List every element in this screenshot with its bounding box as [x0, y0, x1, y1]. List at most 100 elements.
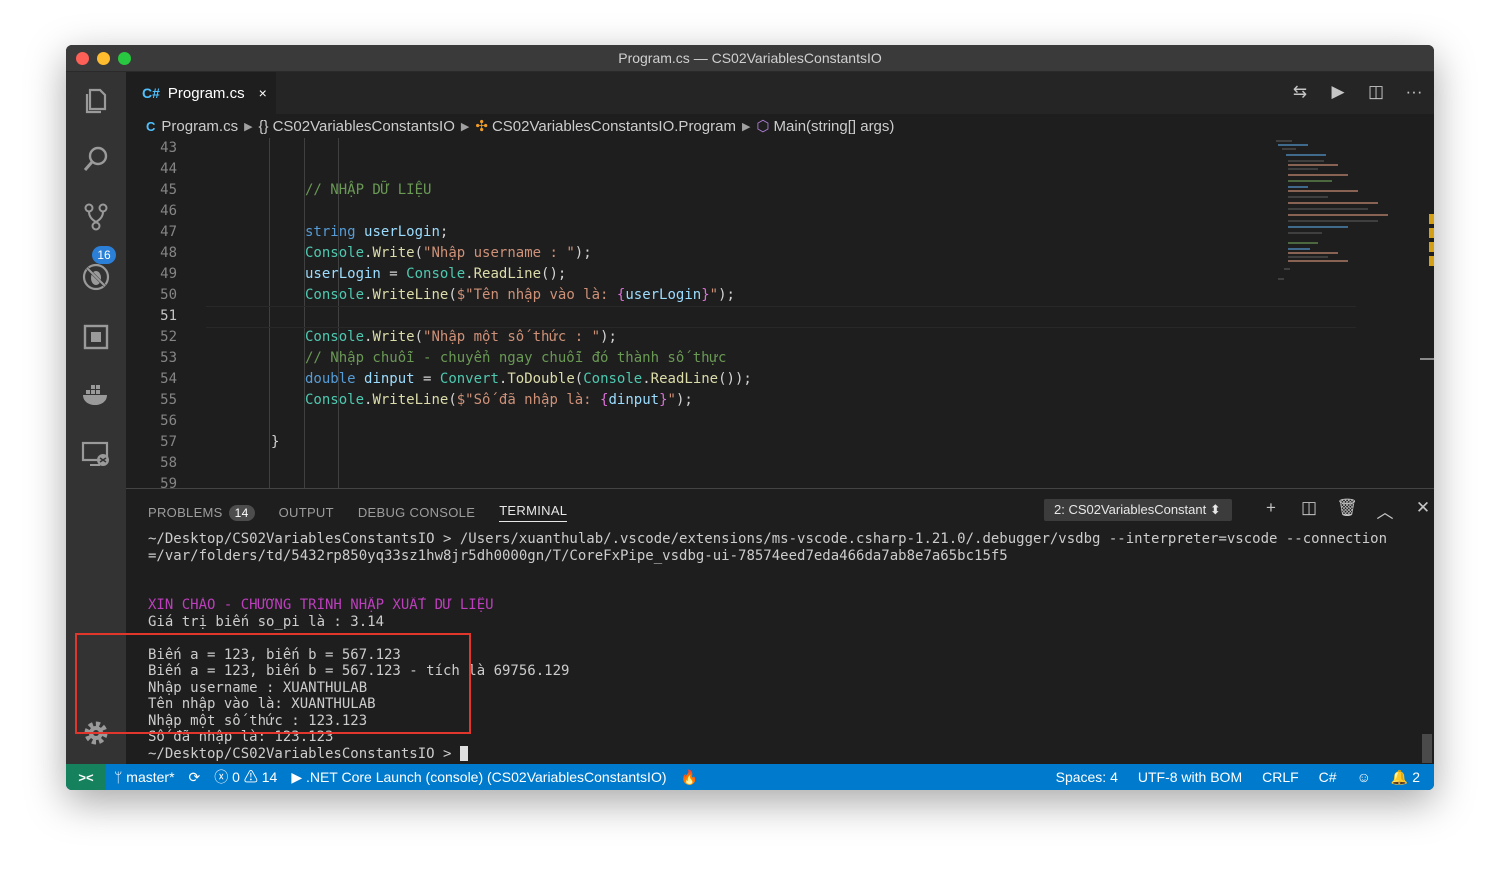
flame-icon[interactable]: 🔥 — [681, 769, 698, 786]
problems-count-badge: 14 — [228, 504, 255, 521]
remote-indicator[interactable]: >< — [66, 764, 106, 790]
tab-terminal[interactable]: TERMINAL — [499, 503, 568, 522]
branch-status[interactable]: ᛘ master* — [114, 769, 175, 785]
panel-actions: + ◫ 🗑 ︿ ✕ — [1252, 498, 1434, 523]
terminal-prompt: ~/Desktop/CS02VariablesConstantsIO > — [148, 745, 460, 762]
tab-label: Program.cs — [167, 84, 245, 102]
warning-count: 14 — [261, 769, 278, 785]
code-line: 44 — [160, 161, 177, 177]
feedback-icon[interactable]: ☺ — [1357, 769, 1371, 785]
code-line: 45// NHẬP DỮ LIỆU — [160, 182, 432, 198]
breadcrumb-file[interactable]: Program.cs — [161, 118, 238, 135]
docker-icon[interactable] — [66, 370, 126, 420]
launch-config-label: .NET Core Launch (console) (CS02Variable… — [305, 768, 667, 785]
code-line: 50 Console.WriteLine($"Tên nhập vào là: {… — [160, 287, 735, 303]
tab-program-cs[interactable]: C# Program.cs × — [126, 72, 276, 114]
method-icon: ⬡ — [756, 118, 770, 135]
split-terminal-icon[interactable]: ◫ — [1290, 498, 1328, 523]
code-line: 49 userLogin = Console.ReadLine(); — [160, 266, 567, 282]
search-icon[interactable] — [66, 134, 126, 184]
source-control-icon[interactable] — [66, 192, 126, 242]
breadcrumb: C Program.cs ▶ {} CS02VariablesConstants… — [146, 116, 894, 136]
launch-config-status[interactable]: ▶ .NET Core Launch (console) (CS02Variab… — [291, 769, 666, 786]
code-line: 52 Console.Write("Nhập một số thức : "); — [160, 329, 617, 345]
chevron-right-icon: ▶ — [244, 120, 253, 133]
terminal-select[interactable]: 2: CS02VariablesConstant ⬍ — [1044, 499, 1232, 521]
close-tab-icon[interactable]: × — [259, 85, 267, 101]
breadcrumb-namespace[interactable]: CS02VariablesConstantsIO — [273, 118, 455, 135]
error-count: 0 — [232, 769, 240, 785]
status-left: ᛘ master* ⟳ ⓧ 0 ⚠ 14 ▶ .NET Core Launch … — [114, 764, 712, 790]
code-line: 46 — [160, 203, 177, 219]
status-right: Spaces: 4 UTF-8 with BOM CRLF C# ☺ 🔔 2 — [1036, 764, 1420, 790]
editor-scrollbar[interactable] — [1420, 358, 1434, 360]
window-title: Program.cs — CS02VariablesConstantsIO — [618, 50, 882, 66]
play-icon: ▶ — [291, 768, 306, 785]
terminal-line: ~/Desktop/CS02VariablesConstantsIO > /Us… — [148, 531, 1388, 547]
chevron-right-icon: ▶ — [460, 120, 470, 133]
remote-explorer-icon[interactable] — [66, 429, 126, 479]
sync-icon[interactable]: ⟳ — [189, 769, 201, 786]
code-line: 56 — [160, 413, 177, 429]
tab-problems-label: PROBLEMS — [148, 505, 223, 520]
panel-tabs: PROBLEMS 14 OUTPUT DEBUG CONSOLE TERMINA… — [148, 503, 591, 522]
close-panel-icon[interactable]: ✕ — [1404, 498, 1434, 523]
branch-label: master* — [126, 769, 175, 785]
branch-icon: ᛘ — [114, 769, 127, 785]
notification-count: 2 — [1412, 768, 1420, 785]
editor-actions: ⇆ ▶ ◫ ··· — [1290, 82, 1424, 102]
editor-area: C# Program.cs × ⇆ ▶ ◫ ··· C Program.cs ▶… — [126, 72, 1434, 488]
code-editor[interactable]: 43 44 45// NHẬP DỮ LIỆU 46 47 string user… — [126, 138, 1356, 488]
language-status[interactable]: C# — [1319, 769, 1337, 785]
tab-bar: C# Program.cs × ⇆ ▶ ◫ ··· — [126, 72, 1434, 114]
maximize-panel-icon[interactable]: ︿ — [1366, 498, 1404, 523]
code-line: 54 double dinput = Convert.ToDouble(Conso… — [160, 371, 752, 387]
csharp-file-icon: C — [146, 118, 156, 134]
code-line: 48 Console.Write("Nhập username : "); — [160, 245, 592, 261]
terminal-line: XIN CHÀO - CHƯƠNG TRÌNH NHẬP XUẤT DỮ LIỆ… — [148, 597, 494, 613]
tab-problems[interactable]: PROBLEMS 14 — [148, 504, 255, 521]
terminal-line: Giá trị biến so_pi là : 3.14 — [148, 613, 385, 630]
error-icon: ⓧ — [214, 769, 233, 785]
breadcrumb-method[interactable]: Main(string[] args) — [774, 118, 895, 135]
title-bar: Program.cs — CS02VariablesConstantsIO — [66, 45, 1434, 72]
explorer-icon[interactable] — [66, 76, 126, 126]
extensions-icon[interactable] — [66, 312, 126, 362]
status-bar: >< ᛘ master* ⟳ ⓧ 0 ⚠ 14 ▶ .NET Core Laun… — [66, 764, 1434, 790]
csharp-file-icon: C# — [142, 85, 160, 101]
split-editor-icon[interactable]: ◫ — [1366, 82, 1386, 102]
open-changes-icon[interactable]: ⇆ — [1290, 82, 1310, 102]
debug-icon[interactable] — [66, 252, 126, 302]
terminal-line: =/var/folders/td/5432rp850yq33sz1hw8jr5d… — [148, 547, 1008, 564]
code-line: 53// Nhập chuỗi - chuyển ngay chuỗi đó t… — [160, 350, 727, 366]
new-terminal-icon[interactable]: + — [1252, 498, 1290, 523]
tab-debug-console[interactable]: DEBUG CONSOLE — [358, 505, 475, 520]
problems-status[interactable]: ⓧ 0 ⚠ 14 — [214, 767, 277, 787]
code-line: 58 — [160, 455, 177, 471]
code-line: 59 — [160, 476, 177, 488]
chevron-right-icon: ▶ — [741, 120, 751, 133]
namespace-icon: {} — [258, 117, 269, 135]
code-line: 47 string userLogin; — [160, 224, 449, 240]
run-icon[interactable]: ▶ — [1328, 82, 1348, 102]
terminal-cursor — [459, 746, 468, 761]
minimap[interactable] — [1274, 138, 1424, 298]
kill-terminal-icon[interactable]: 🗑 — [1328, 498, 1366, 523]
tab-output[interactable]: OUTPUT — [279, 505, 334, 520]
terminal-prompt-line: ~/Desktop/CS02VariablesConstantsIO > — [148, 746, 1418, 763]
code-line: 57} — [160, 434, 280, 450]
encoding-status[interactable]: UTF-8 with BOM — [1138, 769, 1242, 785]
indentation-status[interactable]: Spaces: 4 — [1056, 769, 1118, 785]
more-actions-icon[interactable]: ··· — [1404, 82, 1424, 102]
terminal-scrollbar[interactable] — [1422, 734, 1432, 763]
notifications-status[interactable]: 🔔 2 — [1391, 769, 1420, 786]
eol-status[interactable]: CRLF — [1262, 769, 1299, 785]
breadcrumb-class[interactable]: CS02VariablesConstantsIO.Program — [492, 118, 736, 135]
code-line: 55 Console.WriteLine($"Số đã nhập là: {di… — [160, 392, 693, 408]
bell-icon: 🔔 — [1390, 768, 1413, 785]
code-line: 51 — [160, 308, 177, 324]
highlight-annotation-box — [75, 633, 471, 734]
warning-icon: ⚠ — [243, 769, 262, 785]
